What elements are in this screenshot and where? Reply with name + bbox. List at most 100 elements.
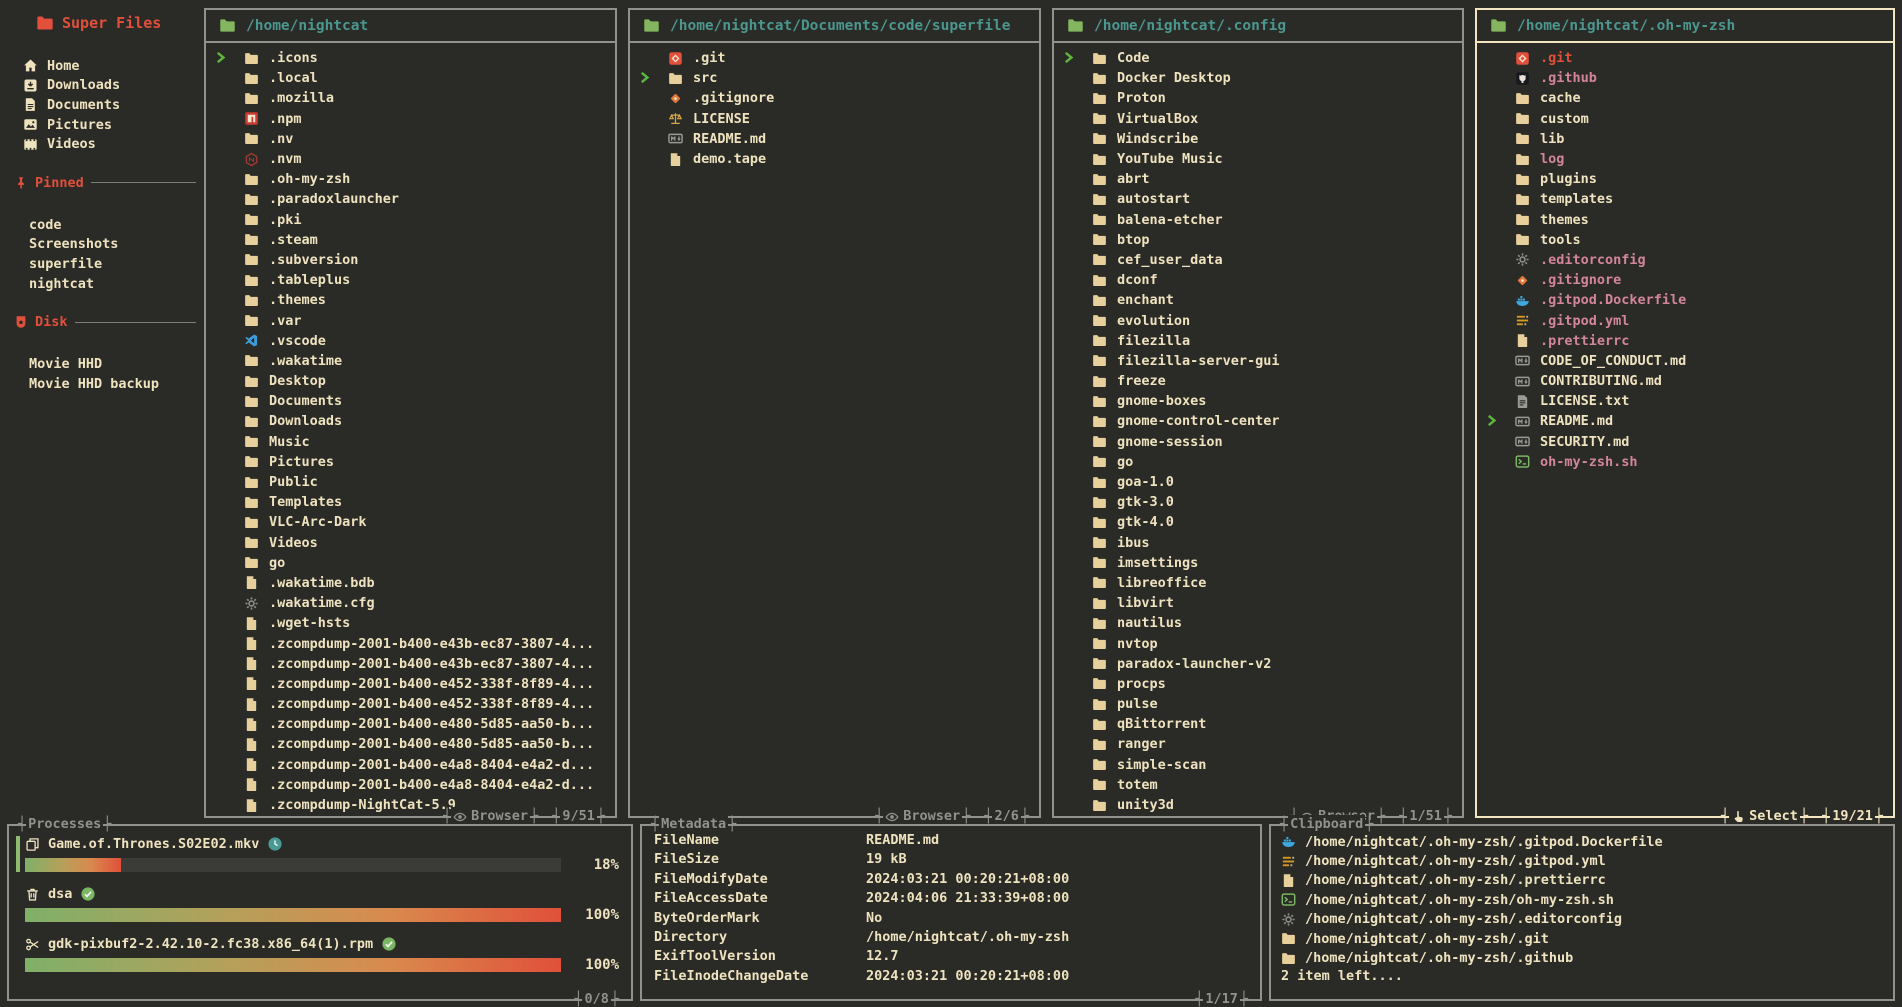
disk-item[interactable]: Movie HHD backup <box>14 374 202 394</box>
file-row[interactable]: go <box>206 553 615 573</box>
file-row[interactable]: .gitignore <box>1477 270 1893 290</box>
file-row[interactable]: Videos <box>206 533 615 553</box>
file-row[interactable]: evolution <box>1054 310 1462 330</box>
disk-item[interactable]: Movie HHD <box>14 354 202 374</box>
file-row[interactable]: .oh-my-zsh <box>206 169 615 189</box>
file-row[interactable]: src <box>630 68 1039 88</box>
file-row[interactable]: demo.tape <box>630 149 1039 169</box>
process-row[interactable]: Game.of.Thrones.S02E02.mkv 18% <box>25 834 619 873</box>
file-row[interactable]: .prettierrc <box>1477 331 1893 351</box>
file-row[interactable]: .var <box>206 310 615 330</box>
file-row[interactable]: Music <box>206 432 615 452</box>
file-row[interactable]: procps <box>1054 674 1462 694</box>
file-row[interactable]: .git <box>630 48 1039 68</box>
file-row[interactable]: .wakatime.bdb <box>206 573 615 593</box>
file-row[interactable]: enchant <box>1054 290 1462 310</box>
file-row[interactable]: ibus <box>1054 533 1462 553</box>
file-row[interactable]: goa-1.0 <box>1054 472 1462 492</box>
file-row[interactable]: .zcompdump-2001-b400-e43b-ec87-3807-4... <box>206 654 615 674</box>
file-row[interactable]: .subversion <box>206 250 615 270</box>
file-row[interactable]: templates <box>1477 189 1893 209</box>
file-row[interactable]: .local <box>206 68 615 88</box>
process-row[interactable]: gdk-pixbuf2-2.42.10-2.fc38.x86_64(1).rpm… <box>25 934 619 973</box>
file-row[interactable]: README.md <box>1477 411 1893 431</box>
file-row[interactable]: nvtop <box>1054 633 1462 653</box>
file-row[interactable]: .steam <box>206 230 615 250</box>
file-row[interactable]: dconf <box>1054 270 1462 290</box>
file-row[interactable]: gnome-boxes <box>1054 391 1462 411</box>
file-row[interactable]: libvirt <box>1054 593 1462 613</box>
file-row[interactable]: Proton <box>1054 88 1462 108</box>
file-row[interactable]: CONTRIBUTING.md <box>1477 371 1893 391</box>
file-row[interactable]: Documents <box>206 391 615 411</box>
file-row[interactable]: .gitignore <box>630 88 1039 108</box>
file-row[interactable]: README.md <box>630 129 1039 149</box>
file-row[interactable]: .gitpod.Dockerfile <box>1477 290 1893 310</box>
file-row[interactable]: .zcompdump-2001-b400-e43b-ec87-3807-4... <box>206 633 615 653</box>
sidebar-nav-item[interactable]: Pictures <box>14 115 202 135</box>
file-row[interactable]: oh-my-zsh.sh <box>1477 452 1893 472</box>
file-row[interactable]: tools <box>1477 230 1893 250</box>
file-row[interactable]: .gitpod.yml <box>1477 310 1893 330</box>
file-row[interactable]: autostart <box>1054 189 1462 209</box>
file-row[interactable]: ranger <box>1054 734 1462 754</box>
pinned-item[interactable]: Screenshots <box>14 235 202 255</box>
file-row[interactable]: YouTube Music <box>1054 149 1462 169</box>
file-row[interactable]: VLC-Arc-Dark <box>206 512 615 532</box>
pinned-item[interactable]: superfile <box>14 254 202 274</box>
file-row[interactable]: imsettings <box>1054 553 1462 573</box>
file-row[interactable]: filezilla-server-gui <box>1054 351 1462 371</box>
file-row[interactable]: Code <box>1054 48 1462 68</box>
process-row[interactable]: dsa 100% <box>25 884 619 923</box>
file-row[interactable]: .themes <box>206 290 615 310</box>
file-row[interactable]: SECURITY.md <box>1477 432 1893 452</box>
file-row[interactable]: Public <box>206 472 615 492</box>
file-row[interactable]: nautilus <box>1054 613 1462 633</box>
file-row[interactable]: gnome-control-center <box>1054 411 1462 431</box>
file-row[interactable]: plugins <box>1477 169 1893 189</box>
file-row[interactable]: Templates <box>206 492 615 512</box>
file-row[interactable]: themes <box>1477 210 1893 230</box>
file-row[interactable]: gtk-3.0 <box>1054 492 1462 512</box>
file-row[interactable]: paradox-launcher-v2 <box>1054 654 1462 674</box>
file-row[interactable]: libreoffice <box>1054 573 1462 593</box>
file-row[interactable]: .zcompdump-2001-b400-e480-5d85-aa50-b... <box>206 714 615 734</box>
file-row[interactable]: .zcompdump-2001-b400-e452-338f-8f89-4... <box>206 674 615 694</box>
file-row[interactable]: lib <box>1477 129 1893 149</box>
file-row[interactable]: log <box>1477 149 1893 169</box>
file-row[interactable]: pulse <box>1054 694 1462 714</box>
file-row[interactable]: CODE_OF_CONDUCT.md <box>1477 351 1893 371</box>
file-row[interactable]: .wakatime <box>206 351 615 371</box>
file-row[interactable]: totem <box>1054 775 1462 795</box>
file-row[interactable]: .zcompdump-2001-b400-e4a8-8404-e4a2-d... <box>206 755 615 775</box>
file-row[interactable]: VirtualBox <box>1054 109 1462 129</box>
file-row[interactable]: custom <box>1477 109 1893 129</box>
file-row[interactable]: gtk-4.0 <box>1054 512 1462 532</box>
file-row[interactable]: .github <box>1477 68 1893 88</box>
file-row[interactable]: Docker Desktop <box>1054 68 1462 88</box>
file-row[interactable]: freeze <box>1054 371 1462 391</box>
file-row[interactable]: .wakatime.cfg <box>206 593 615 613</box>
pinned-item[interactable]: code <box>14 215 202 235</box>
file-row[interactable]: LICENSE <box>630 109 1039 129</box>
file-row[interactable]: .tableplus <box>206 270 615 290</box>
sidebar-nav-item[interactable]: Home <box>14 56 202 76</box>
file-row[interactable]: .paradoxlauncher <box>206 189 615 209</box>
file-row[interactable]: simple-scan <box>1054 755 1462 775</box>
file-row[interactable]: .zcompdump-2001-b400-e4a8-8404-e4a2-d... <box>206 775 615 795</box>
file-row[interactable]: .wget-hsts <box>206 613 615 633</box>
file-row[interactable]: .pki <box>206 210 615 230</box>
file-row[interactable]: .editorconfig <box>1477 250 1893 270</box>
pinned-item[interactable]: nightcat <box>14 274 202 294</box>
sidebar-nav-item[interactable]: Documents <box>14 95 202 115</box>
file-row[interactable]: cache <box>1477 88 1893 108</box>
sidebar-nav-item[interactable]: Downloads <box>14 76 202 96</box>
file-row[interactable]: gnome-session <box>1054 432 1462 452</box>
file-row[interactable]: .git <box>1477 48 1893 68</box>
file-row[interactable]: Windscribe <box>1054 129 1462 149</box>
file-row[interactable]: cef_user_data <box>1054 250 1462 270</box>
file-row[interactable]: .nv <box>206 129 615 149</box>
file-row[interactable]: .vscode <box>206 331 615 351</box>
file-row[interactable]: btop <box>1054 230 1462 250</box>
file-row[interactable]: go <box>1054 452 1462 472</box>
